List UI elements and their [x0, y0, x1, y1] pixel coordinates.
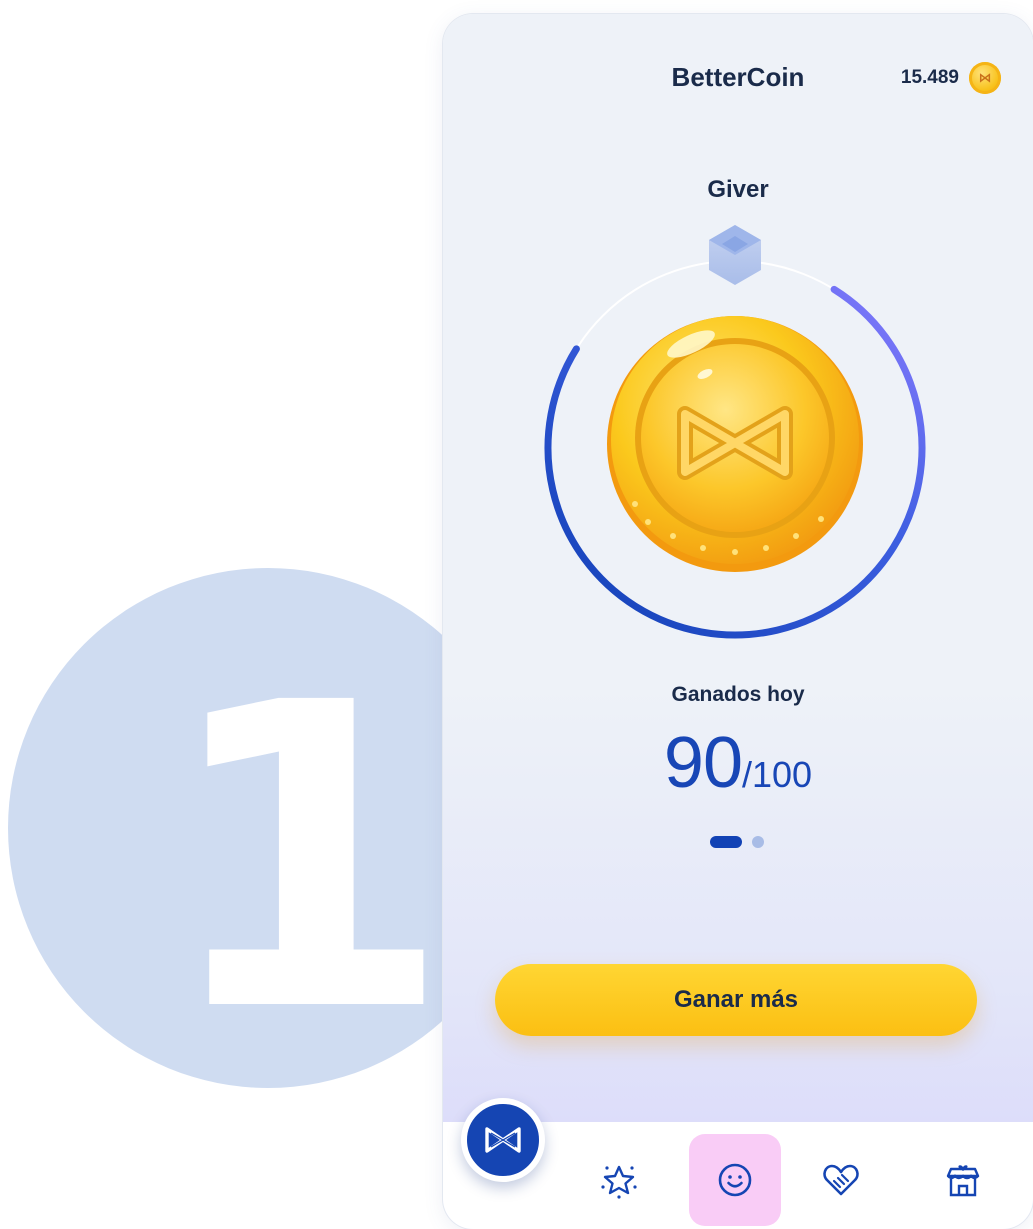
earned-today-counter: 90/100 [443, 722, 1033, 804]
step-number: 1 [160, 615, 453, 1104]
brand-logo-icon [485, 1127, 521, 1153]
big-coin-icon [607, 316, 863, 572]
earn-more-button[interactable]: Ganar más [495, 964, 977, 1036]
earned-value: 90 [663, 723, 743, 803]
handshake-heart-icon [823, 1164, 859, 1196]
store-icon [946, 1165, 980, 1197]
tab-donations[interactable] [795, 1134, 887, 1226]
page-indicator [710, 836, 764, 848]
tab-store[interactable] [917, 1134, 1009, 1226]
tab-home-brand-button[interactable] [461, 1098, 545, 1182]
page-dot-active[interactable] [710, 836, 742, 848]
phone-screen: BetterCoin 15.489 ⋈ Giver Ganados hoy 90… [443, 14, 1033, 1229]
cube-icon [709, 225, 761, 285]
tab-rewards[interactable] [573, 1134, 665, 1226]
star-icon [601, 1165, 637, 1199]
level-progress-ring [544, 225, 926, 639]
smile-icon [718, 1163, 752, 1197]
earned-today-label: Ganados hoy [671, 683, 805, 706]
earned-total: /100 [742, 754, 813, 795]
page-dot[interactable] [752, 836, 764, 848]
tab-profile[interactable] [689, 1134, 781, 1226]
